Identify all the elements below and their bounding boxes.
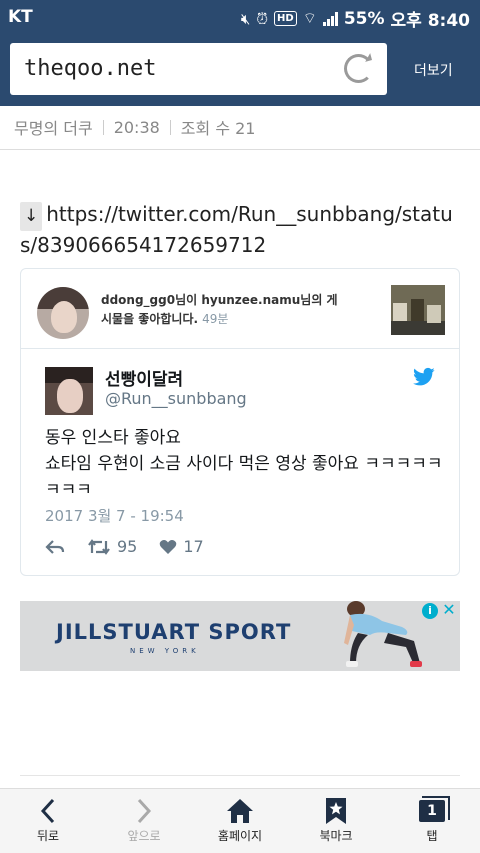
nav-forward-label: 앞으로 bbox=[127, 829, 161, 843]
content-divider bbox=[20, 775, 460, 776]
ad-close-icon[interactable]: ✕ bbox=[440, 601, 458, 619]
back-arrow-icon bbox=[40, 798, 55, 824]
divider bbox=[102, 119, 104, 135]
reply-button[interactable] bbox=[45, 539, 65, 555]
author-handle[interactable]: @Run__sunbbang bbox=[105, 389, 247, 408]
wifi-icon: ⌔ bbox=[302, 9, 317, 27]
author-display-name[interactable]: 선빵이달려 bbox=[105, 365, 183, 390]
battery-label: 55% bbox=[343, 8, 385, 29]
post-link-paragraph: ↓ https://twitter.com/Run__sunbbang/statu… bbox=[20, 200, 460, 260]
nav-bookmarks[interactable]: 북마크 bbox=[288, 795, 384, 844]
more-button[interactable]: 더보기 bbox=[414, 60, 453, 80]
retweet-button[interactable]: 95 bbox=[87, 537, 137, 556]
tweet-link[interactable]: https://twitter.com/Run__sunbbang/status… bbox=[20, 202, 453, 257]
divider bbox=[169, 119, 171, 135]
ad-banner[interactable]: JILLSTUART SPORT NEW YORK i ✕ bbox=[20, 601, 460, 671]
reload-icon[interactable] bbox=[344, 54, 373, 83]
tweet-context: ddong_gg0님이 hyunzee.namu님의 게시물을 좋아합니다. 49… bbox=[21, 269, 459, 349]
clock-label: 오후 8:40 bbox=[390, 11, 470, 31]
retweet-count: 95 bbox=[117, 537, 138, 556]
heart-icon bbox=[160, 539, 177, 554]
nav-home-label: 홈페이지 bbox=[217, 829, 263, 843]
tab-count-icon: 1 bbox=[419, 796, 450, 822]
tweet-date[interactable]: 2017 3월 7 - 19:54 bbox=[45, 505, 184, 526]
nav-tabs-label: 탭 bbox=[426, 829, 438, 843]
tweet-embed[interactable]: ddong_gg0님이 hyunzee.namu님의 게시물을 좋아합니다. 49… bbox=[20, 268, 460, 576]
bookmark-icon bbox=[326, 798, 346, 824]
nav-back-label: 뒤로 bbox=[36, 829, 60, 843]
context-time: 49분 bbox=[202, 312, 229, 326]
reply-icon bbox=[45, 539, 65, 554]
tweet-actions: 95 17 bbox=[45, 537, 226, 556]
bottom-navigation: 뒤로 앞으로 홈페이지 북마크 1 탭 bbox=[0, 788, 480, 853]
ad-brand: JILLSTUART SPORT bbox=[56, 620, 292, 644]
ad-subtitle: NEW YORK bbox=[130, 647, 200, 655]
twitter-bird-icon[interactable] bbox=[413, 367, 435, 387]
nav-forward[interactable]: 앞으로 bbox=[96, 795, 192, 844]
context-avatar[interactable] bbox=[37, 287, 89, 339]
url-text[interactable]: theqoo.net bbox=[24, 56, 156, 81]
context-text: ddong_gg0님이 hyunzee.namu님의 게시물을 좋아합니다. 49… bbox=[101, 291, 341, 329]
down-arrow-icon: ↓ bbox=[20, 202, 43, 231]
retweet-icon bbox=[88, 538, 110, 555]
alarm-icon: ⏰︎ bbox=[256, 9, 269, 28]
nav-back[interactable]: 뒤로 bbox=[0, 795, 96, 844]
post-views: 조회 수 21 bbox=[180, 119, 256, 138]
address-bar[interactable]: theqoo.net bbox=[10, 43, 387, 95]
home-icon bbox=[227, 799, 253, 823]
post-author: 무명의 더쿠 bbox=[14, 119, 93, 138]
ad-info-icon[interactable]: i bbox=[422, 603, 438, 619]
tweet-text: 동우 인스타 좋아요 쇼타임 우현이 소금 사이다 먹은 영상 좋아요 ㅋㅋㅋㅋ… bbox=[45, 428, 443, 500]
context-thumbnail[interactable] bbox=[391, 285, 445, 335]
nav-bookmarks-label: 북마크 bbox=[319, 829, 353, 843]
post-time: 20:38 bbox=[113, 117, 160, 137]
hd-icon: HD bbox=[274, 11, 297, 26]
post-meta: 무명의 더쿠 20:38 조회 수 21 bbox=[0, 106, 480, 150]
nav-home[interactable]: 홈페이지 bbox=[192, 795, 288, 844]
mute-icon: 🔇︎ bbox=[240, 9, 251, 28]
carrier-label: KT bbox=[8, 7, 33, 27]
nav-tabs[interactable]: 1 탭 bbox=[384, 795, 480, 844]
ad-runner-image bbox=[344, 601, 422, 667]
status-bar: KT 🔇︎ ⏰︎ HD ⌔ 55% 오후 8:40 bbox=[0, 0, 480, 34]
author-avatar[interactable] bbox=[45, 367, 93, 415]
signal-icon bbox=[322, 11, 338, 26]
forward-arrow-icon bbox=[137, 798, 152, 824]
status-icons: 🔇︎ ⏰︎ HD ⌔ 55% 오후 8:40 bbox=[240, 6, 470, 32]
like-count: 17 bbox=[183, 537, 204, 556]
like-button[interactable]: 17 bbox=[159, 537, 204, 556]
browser-toolbar: theqoo.net 더보기 bbox=[0, 34, 480, 106]
